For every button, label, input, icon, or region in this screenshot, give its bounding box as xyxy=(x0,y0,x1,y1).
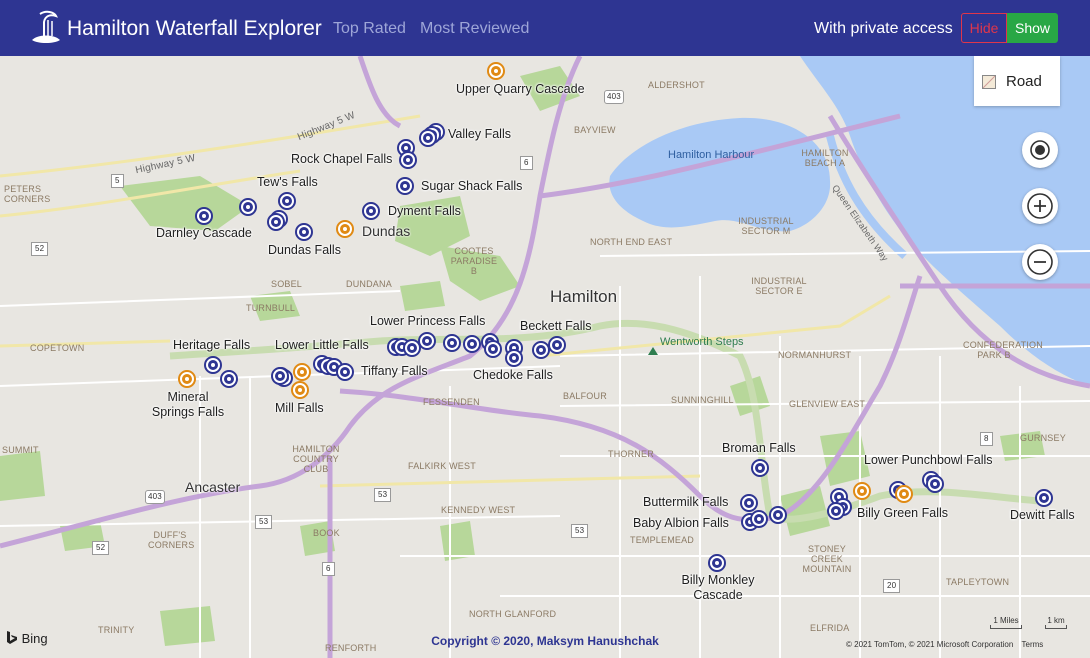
park-label: Wentworth Steps xyxy=(660,336,744,348)
waterfall-pin[interactable] xyxy=(267,213,285,231)
waterfall-pin[interactable] xyxy=(336,363,354,381)
scale-miles: 1 Miles xyxy=(990,616,1022,629)
map-attribution: © 2021 TomTom, © 2021 Microsoft Corporat… xyxy=(846,640,1043,649)
waterfall-pin[interactable] xyxy=(293,363,311,381)
waterfall-pin[interactable] xyxy=(396,177,414,195)
show-private-button[interactable]: Show xyxy=(1007,13,1058,43)
app-title[interactable]: Hamilton Waterfall Explorer xyxy=(67,17,322,41)
waterfall-pin[interactable] xyxy=(204,356,222,374)
waterfall-pin[interactable] xyxy=(291,381,309,399)
waterfall-pin[interactable] xyxy=(751,459,769,477)
waterfall-logo-icon xyxy=(32,10,60,43)
nav-top-rated[interactable]: Top Rated xyxy=(333,20,406,38)
app-header: Hamilton Waterfall Explorer Top Rated Mo… xyxy=(0,0,1090,56)
map-style-selector[interactable]: Road xyxy=(974,56,1060,106)
locate-me-button[interactable] xyxy=(1022,132,1058,168)
waterfall-pin[interactable] xyxy=(769,506,787,524)
map-canvas[interactable]: 403 6 5 52 403 53 53 53 52 6 8 20 Highwa… xyxy=(0,56,1090,658)
waterfall-pin[interactable] xyxy=(220,370,238,388)
scale-km: 1 km xyxy=(1045,616,1067,629)
waterfall-pin[interactable] xyxy=(271,367,289,385)
waterfall-pin[interactable] xyxy=(239,198,257,216)
scale-bar xyxy=(990,625,1022,629)
waterfall-pin[interactable] xyxy=(853,482,871,500)
map-style-label: Road xyxy=(1006,73,1042,90)
waterfall-pin[interactable] xyxy=(505,349,523,367)
water-label: Hamilton Harbour xyxy=(668,149,755,161)
waterfall-pin[interactable] xyxy=(487,62,505,80)
nav-most-reviewed[interactable]: Most Reviewed xyxy=(420,20,529,38)
waterfall-pin[interactable] xyxy=(336,220,354,238)
waterfall-pin[interactable] xyxy=(443,334,461,352)
waterfall-pin[interactable] xyxy=(278,192,296,210)
waterfall-pin[interactable] xyxy=(399,151,417,169)
waterfall-pin[interactable] xyxy=(740,494,758,512)
waterfall-pin[interactable] xyxy=(484,340,502,358)
waterfall-pin[interactable] xyxy=(750,510,768,528)
waterfall-pin[interactable] xyxy=(463,335,481,353)
waterfall-pin[interactable] xyxy=(1035,489,1053,507)
scale-bar xyxy=(1045,625,1067,629)
waterfall-pin[interactable] xyxy=(827,502,845,520)
waterfall-pin[interactable] xyxy=(295,223,313,241)
locate-icon xyxy=(1030,140,1050,160)
waterfall-pin[interactable] xyxy=(708,554,726,572)
scale-miles-label: 1 Miles xyxy=(993,616,1019,625)
waterfall-pin[interactable] xyxy=(548,336,566,354)
waterfall-pin[interactable] xyxy=(178,370,196,388)
private-access-label: With private access xyxy=(814,20,953,37)
plus-icon xyxy=(1027,193,1053,219)
minus-icon xyxy=(1027,249,1053,275)
waterfall-pin[interactable] xyxy=(895,485,913,503)
hide-private-button[interactable]: Hide xyxy=(961,13,1007,43)
waterfall-pin[interactable] xyxy=(418,332,436,350)
scale-km-label: 1 km xyxy=(1047,616,1065,625)
terms-link[interactable]: Terms xyxy=(1022,640,1044,649)
road-style-icon xyxy=(982,75,996,89)
waterfall-pin[interactable] xyxy=(195,207,213,225)
attribution-text: © 2021 TomTom, © 2021 Microsoft Corporat… xyxy=(846,640,1014,649)
waterfall-pin[interactable] xyxy=(362,202,380,220)
zoom-in-button[interactable] xyxy=(1022,188,1058,224)
waterfall-pin[interactable] xyxy=(926,475,944,493)
zoom-out-button[interactable] xyxy=(1022,244,1058,280)
waterfall-pin[interactable] xyxy=(419,129,437,147)
